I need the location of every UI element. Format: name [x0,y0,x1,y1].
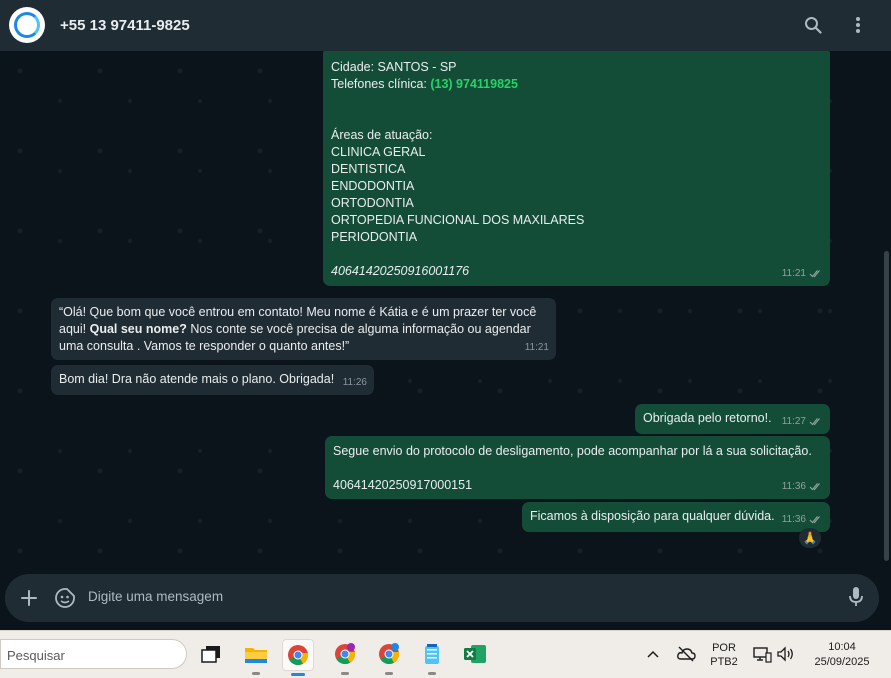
chat-header: +55 13 97411-9825 [0,0,891,51]
message-meta: 11:21 [525,339,549,356]
input-language[interactable]: POR PTB2 [708,641,740,669]
notepad-icon[interactable] [417,639,447,675]
message-time: 11:27 [781,416,806,427]
contact-name[interactable]: +55 13 97411-9825 [60,17,190,34]
delivered-check-icon [809,483,820,491]
area-item: ORTOPEDIA FUNCIONAL DOS MAXILARES [331,213,585,227]
contact-avatar[interactable] [9,7,45,43]
message-text: “Olá! Que bom que você entrou em contato… [59,305,537,319]
file-explorer-icon[interactable] [241,639,271,675]
area-item: DENTISTICA [331,162,406,176]
message-text: uma consulta . Vamos te responder o quan… [59,339,350,353]
avatar-logo-icon [14,12,40,38]
taskbar-search-placeholder: Pesquisar [7,648,65,663]
clinic-protocol-number: 40641420250916001176 [331,264,470,278]
running-indicator [341,672,349,675]
delivered-check-icon [809,270,820,278]
message-time: 11:21 [524,342,549,353]
chrome-window-1-icon[interactable] [282,639,314,676]
message-meta: 11:26 [343,374,367,391]
message-clinic-info[interactable]: Cidade: SANTOS - SP Telefones clínica: (… [323,51,830,286]
message-time: 11:26 [342,377,367,388]
excel-icon[interactable] [460,639,490,669]
composer-box: Digite uma mensagem [5,574,879,622]
delivered-check-icon [809,418,820,426]
chat-scrollbar[interactable] [884,251,889,561]
chrome-window-2-icon[interactable] [330,639,360,675]
chevron-up-icon[interactable] [646,647,660,661]
microphone-icon[interactable] [848,586,866,610]
message-input[interactable]: Digite uma mensagem [88,589,223,604]
chrome-window-3-icon[interactable] [374,639,404,675]
clock-date: 25/09/2025 [814,656,870,668]
cloud-offline-icon[interactable] [676,645,696,663]
area-item: ENDODONTIA [331,179,415,193]
protocol-number: 40641420250917000151 [333,478,473,492]
areas-title: Áreas de atuação: [331,128,433,142]
message-meta: 11:27 [782,413,823,430]
clinic-phone-link[interactable]: (13) 974119825 [430,77,518,91]
clinic-phone-line: Telefones clínica: (13) 974119825 [331,77,518,91]
clock-time: 10:04 [828,641,856,653]
delivered-check-icon [809,516,820,524]
message-welcome[interactable]: “Olá! Que bom que você entrou em contato… [51,298,556,360]
area-item: ORTODONTIA [331,196,414,210]
message-time: 11:36 [781,514,806,525]
taskbar-search[interactable]: Pesquisar [0,639,187,669]
message-available[interactable]: Ficamos à disposição para qualquer dúvid… [522,502,830,532]
message-protocol[interactable]: Segue envio do protocolo de desligamento… [325,436,830,499]
running-indicator [252,672,260,675]
message-time: 11:36 [781,481,806,492]
task-view-icon[interactable] [196,639,226,669]
message-meta: 11:21 [782,265,823,282]
running-indicator [428,672,436,675]
sticker-emoji-icon[interactable] [54,587,76,609]
message-text: aqui! Qual seu nome? Nos conte se você p… [59,322,531,336]
message-thanks[interactable]: Obrigada pelo retorno!. 11:27 [635,404,830,434]
active-indicator [291,673,305,676]
more-options-icon[interactable] [847,14,869,36]
area-item: PERIODONTIA [331,230,418,244]
area-item: CLINICA GERAL [331,145,426,159]
composer-bar: Digite uma mensagem [0,570,891,630]
message-reaction[interactable]: 🙏 [799,528,821,548]
message-meta: 11:36 [782,478,823,495]
clock[interactable]: 10:04 25/09/2025 [806,640,878,670]
message-text: Ficamos à disposição para qualquer dúvid… [530,509,775,523]
message-reply[interactable]: Bom dia! Dra não atende mais o plano. Ob… [51,365,374,395]
windows-taskbar: Pesquisar POR PTB2 10:04 25/09/2025 [0,630,891,678]
attach-plus-icon[interactable] [20,589,38,607]
search-icon[interactable] [802,14,824,36]
chat-messages-area[interactable]: Cidade: SANTOS - SP Telefones clínica: (… [0,51,891,570]
volume-icon[interactable] [776,645,796,663]
message-text: Bom dia! Dra não atende mais o plano. Ob… [59,372,335,386]
clinic-city: Cidade: SANTOS - SP [331,60,457,74]
running-indicator [385,672,393,675]
message-meta: 11:36 [782,511,823,528]
message-text: Segue envio do protocolo de desligamento… [333,444,812,458]
message-time: 11:21 [781,268,806,279]
network-icon[interactable] [752,645,772,663]
